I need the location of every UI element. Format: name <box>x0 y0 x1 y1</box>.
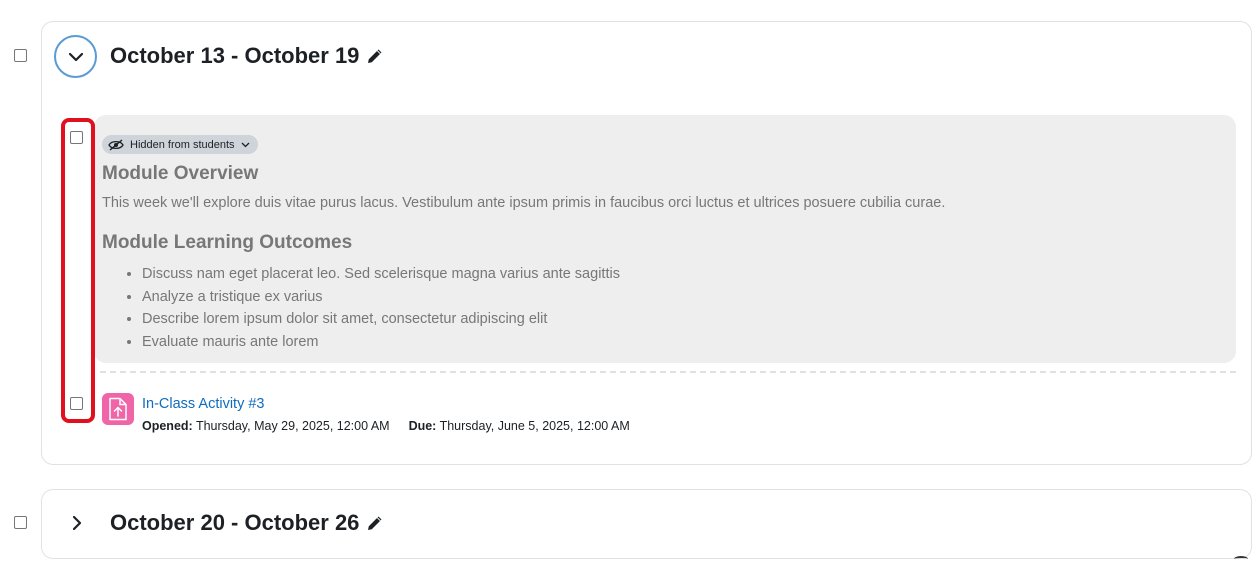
section-2-select-checkbox[interactable] <box>14 516 27 529</box>
eye-slash-icon <box>108 138 124 151</box>
summary-select-checkbox[interactable] <box>70 131 83 144</box>
highlight-annotation <box>61 118 95 423</box>
module-overview-text: This week we'll explore duis vitae purus… <box>102 195 946 211</box>
list-item: Discuss nam eget placerat leo. Sed scele… <box>142 263 620 286</box>
learning-outcomes-heading: Module Learning Outcomes <box>102 232 353 253</box>
list-item: Evaluate mauris ante lorem <box>142 331 620 354</box>
due-label: Due: <box>408 419 437 433</box>
activity-dates: Opened: Thursday, May 29, 2025, 12:00 AM… <box>142 419 630 433</box>
assignment-upload-icon[interactable] <box>102 393 134 425</box>
learning-outcomes-list: Discuss nam eget placerat leo. Sed scele… <box>102 263 620 354</box>
edit-pencil-icon[interactable] <box>366 514 384 532</box>
activity-link[interactable]: In-Class Activity #3 <box>142 396 265 412</box>
collapse-section-button[interactable] <box>54 35 97 78</box>
section-title[interactable]: October 20 - October 26 <box>110 510 384 536</box>
module-overview-heading: Module Overview <box>102 163 259 184</box>
activity-divider <box>100 371 1236 373</box>
hidden-from-students-badge[interactable]: Hidden from students <box>102 135 258 154</box>
chevron-down-icon <box>241 142 250 147</box>
chevron-right-icon <box>72 515 82 531</box>
chevron-down-icon <box>68 52 83 61</box>
activity-select-checkbox[interactable] <box>70 397 83 410</box>
section-title-text[interactable]: October 20 - October 26 <box>110 510 359 536</box>
badge-label: Hidden from students <box>130 138 235 151</box>
list-item: Analyze a tristique ex varius <box>142 286 620 309</box>
list-item: Describe lorem ipsum dolor sit amet, con… <box>142 308 620 331</box>
due-date: Thursday, June 5, 2025, 12:00 AM <box>439 419 630 433</box>
scroll-corner-indicator <box>1234 556 1248 562</box>
section-title[interactable]: October 13 - October 19 <box>110 43 384 69</box>
section-1-select-checkbox[interactable] <box>14 49 27 62</box>
edit-pencil-icon[interactable] <box>366 47 384 65</box>
opened-label: Opened: <box>142 419 193 433</box>
opened-date: Thursday, May 29, 2025, 12:00 AM <box>195 419 390 433</box>
section-title-text[interactable]: October 13 - October 19 <box>110 43 359 69</box>
expand-section-button[interactable] <box>66 512 88 534</box>
